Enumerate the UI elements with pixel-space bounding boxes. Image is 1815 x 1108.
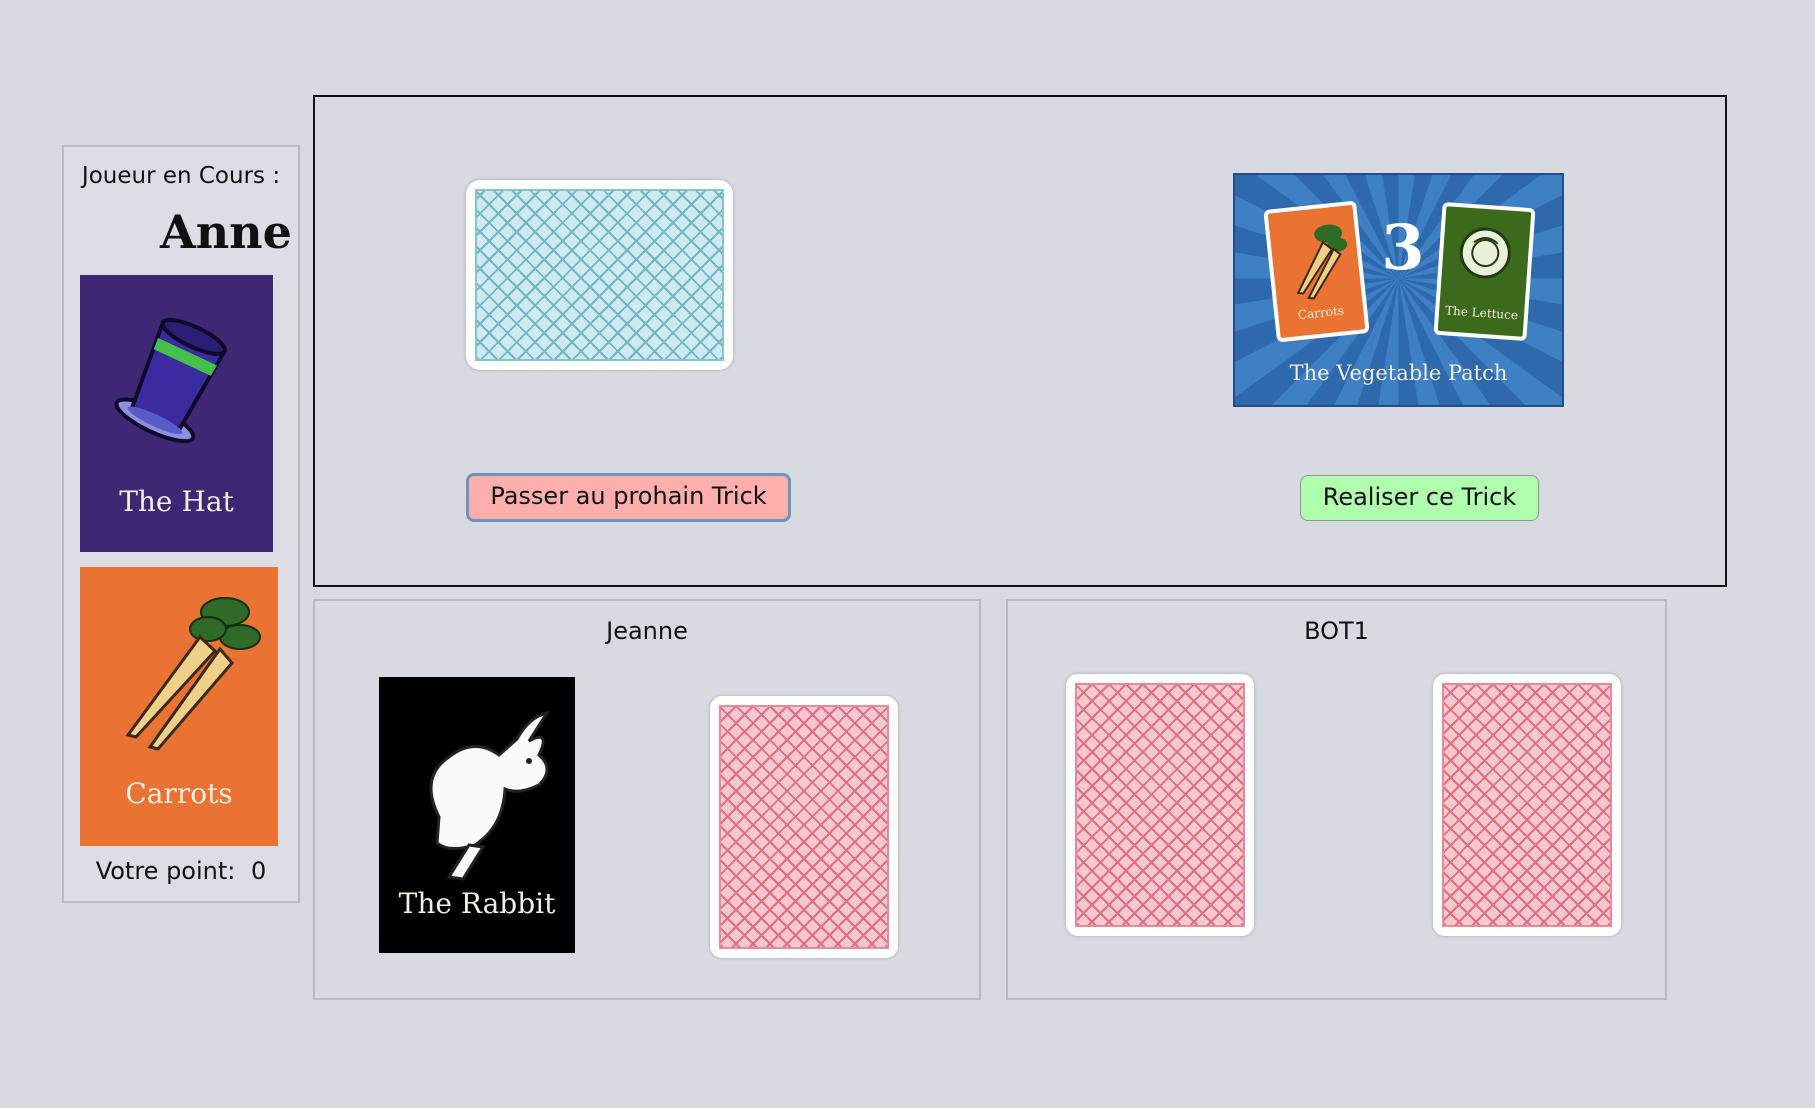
- score-display: Votre point: 0: [64, 857, 298, 885]
- trick-card-title: The Vegetable Patch: [1289, 361, 1508, 385]
- skip-trick-button[interactable]: Passer au prohain Trick: [466, 473, 791, 522]
- perform-trick-button[interactable]: Realiser ce Trick: [1300, 475, 1539, 521]
- opponent-name: Jeanne: [606, 617, 688, 645]
- carrots-card[interactable]: Carrots: [80, 567, 278, 846]
- lettuce-icon: [1459, 227, 1511, 279]
- trick-card-right: The Lettuce: [1433, 201, 1536, 342]
- carrots-card-title: Carrots: [125, 777, 233, 810]
- trick-deck[interactable]: [466, 180, 733, 370]
- hat-card-title: The Hat: [119, 485, 234, 518]
- card-back-pattern: [1075, 683, 1245, 927]
- current-player-heading: Joueur en Cours :: [81, 163, 281, 189]
- carrots-icon: [1296, 224, 1348, 300]
- trick-card-number: 3: [1381, 211, 1425, 284]
- current-player-panel: Joueur en Cours : Anne The Hat Carrots V…: [62, 145, 300, 903]
- score-label: Votre point:: [95, 857, 236, 885]
- trick-card-left: Carrots: [1263, 200, 1370, 343]
- score-value: 0: [251, 857, 267, 885]
- current-player-name: Anne: [160, 205, 292, 259]
- jeanne-face-down-card: [710, 696, 898, 958]
- current-trick-card: Carrots 3 The Lettuce The Vegetable Patc…: [1233, 173, 1564, 407]
- rabbit-card: The Rabbit: [379, 677, 575, 953]
- hat-card[interactable]: The Hat: [80, 275, 273, 552]
- bot1-face-down-card-1: [1066, 674, 1254, 936]
- opponent-name: BOT1: [1304, 617, 1369, 645]
- trick-card-right-title: The Lettuce: [1444, 303, 1519, 323]
- deck-back-pattern: [475, 189, 724, 361]
- card-back-pattern: [1442, 683, 1612, 927]
- bot1-face-down-card-2: [1433, 674, 1621, 936]
- card-back-pattern: [719, 705, 889, 949]
- rabbit-card-title: The Rabbit: [398, 887, 556, 920]
